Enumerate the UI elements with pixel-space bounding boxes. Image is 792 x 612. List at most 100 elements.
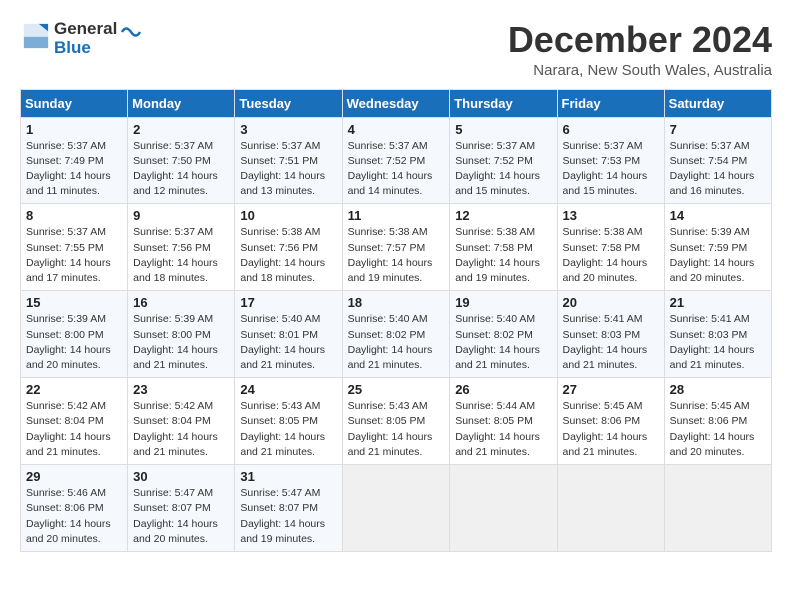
day-info: Sunrise: 5:42 AMSunset: 8:04 PMDaylight:… — [133, 400, 218, 458]
day-info: Sunrise: 5:43 AMSunset: 8:05 PMDaylight:… — [240, 400, 325, 458]
logo: General Blue — [20, 20, 142, 57]
day-number: 16 — [133, 295, 229, 310]
day-info: Sunrise: 5:38 AMSunset: 7:58 PMDaylight:… — [563, 226, 648, 284]
calendar-cell: 4 Sunrise: 5:37 AMSunset: 7:52 PMDaylight… — [342, 117, 450, 204]
day-number: 30 — [133, 469, 229, 484]
calendar-cell — [450, 465, 557, 552]
day-info: Sunrise: 5:41 AMSunset: 8:03 PMDaylight:… — [563, 313, 648, 371]
logo-general: General — [54, 20, 117, 39]
logo-icon — [22, 22, 50, 50]
weekday-header-monday: Monday — [128, 89, 235, 117]
calendar-week-row: 15Sunrise: 5:39 AMSunset: 8:00 PMDayligh… — [21, 291, 772, 378]
day-number: 21 — [670, 295, 766, 310]
calendar-cell — [342, 465, 450, 552]
day-info: Sunrise: 5:37 AMSunset: 7:50 PMDaylight:… — [133, 140, 218, 198]
page-header: General Blue December 2024 Narara, New S… — [20, 20, 772, 79]
calendar-week-row: 1Sunrise: 5:37 AMSunset: 7:49 PMDaylight… — [21, 117, 772, 204]
calendar-week-row: 22 Sunrise: 5:42 AMSunset: 8:04 PMDayligh… — [21, 378, 772, 465]
weekday-header-wednesday: Wednesday — [342, 89, 450, 117]
day-number: 22 — [26, 382, 122, 397]
day-info: Sunrise: 5:37 AMSunset: 7:55 PMDaylight:… — [26, 226, 111, 284]
calendar-cell: 25 Sunrise: 5:43 AMSunset: 8:05 PMDayligh… — [342, 378, 450, 465]
day-number: 12 — [455, 208, 551, 223]
day-number: 19 — [455, 295, 551, 310]
day-info: Sunrise: 5:37 AMSunset: 7:52 PMDaylight:… — [455, 140, 540, 198]
day-number: 8 — [26, 208, 122, 223]
day-info: Sunrise: 5:38 AMSunset: 7:56 PMDaylight:… — [240, 226, 325, 284]
weekday-header-tuesday: Tuesday — [235, 89, 342, 117]
weekday-header-saturday: Saturday — [664, 89, 771, 117]
day-info: Sunrise: 5:43 AMSunset: 8:05 PMDaylight:… — [348, 400, 433, 458]
calendar-cell: 16Sunrise: 5:39 AMSunset: 8:00 PMDayligh… — [128, 291, 235, 378]
calendar-cell: 5 Sunrise: 5:37 AMSunset: 7:52 PMDaylight… — [450, 117, 557, 204]
day-info: Sunrise: 5:37 AMSunset: 7:51 PMDaylight:… — [240, 140, 325, 198]
calendar-cell: 27 Sunrise: 5:45 AMSunset: 8:06 PMDayligh… — [557, 378, 664, 465]
day-info: Sunrise: 5:44 AMSunset: 8:05 PMDaylight:… — [455, 400, 540, 458]
day-info: Sunrise: 5:37 AMSunset: 7:54 PMDaylight:… — [670, 140, 755, 198]
calendar-cell: 13 Sunrise: 5:38 AMSunset: 7:58 PMDayligh… — [557, 204, 664, 291]
day-info: Sunrise: 5:46 AMSunset: 8:06 PMDaylight:… — [26, 487, 111, 545]
calendar-cell: 7Sunrise: 5:37 AMSunset: 7:54 PMDaylight… — [664, 117, 771, 204]
month-title: December 2024 — [508, 20, 772, 60]
day-info: Sunrise: 5:45 AMSunset: 8:06 PMDaylight:… — [670, 400, 755, 458]
day-info: Sunrise: 5:47 AMSunset: 8:07 PMDaylight:… — [133, 487, 218, 545]
day-info: Sunrise: 5:37 AMSunset: 7:56 PMDaylight:… — [133, 226, 218, 284]
title-section: December 2024 Narara, New South Wales, A… — [508, 20, 772, 79]
day-number: 11 — [348, 208, 445, 223]
calendar-week-row: 8 Sunrise: 5:37 AMSunset: 7:55 PMDaylight… — [21, 204, 772, 291]
day-number: 6 — [563, 122, 659, 137]
calendar-cell: 31 Sunrise: 5:47 AMSunset: 8:07 PMDayligh… — [235, 465, 342, 552]
day-number: 20 — [563, 295, 659, 310]
day-number: 3 — [240, 122, 336, 137]
calendar-cell: 9Sunrise: 5:37 AMSunset: 7:56 PMDaylight… — [128, 204, 235, 291]
calendar-cell — [557, 465, 664, 552]
day-number: 5 — [455, 122, 551, 137]
day-number: 15 — [26, 295, 122, 310]
calendar-cell: 18 Sunrise: 5:40 AMSunset: 8:02 PMDayligh… — [342, 291, 450, 378]
day-number: 24 — [240, 382, 336, 397]
calendar-cell: 23 Sunrise: 5:42 AMSunset: 8:04 PMDayligh… — [128, 378, 235, 465]
day-info: Sunrise: 5:37 AMSunset: 7:53 PMDaylight:… — [563, 140, 648, 198]
day-info: Sunrise: 5:45 AMSunset: 8:06 PMDaylight:… — [563, 400, 648, 458]
calendar-cell: 19Sunrise: 5:40 AMSunset: 8:02 PMDayligh… — [450, 291, 557, 378]
calendar-cell: 26 Sunrise: 5:44 AMSunset: 8:05 PMDayligh… — [450, 378, 557, 465]
calendar-table: SundayMondayTuesdayWednesdayThursdayFrid… — [20, 89, 772, 552]
day-info: Sunrise: 5:40 AMSunset: 8:02 PMDaylight:… — [348, 313, 433, 371]
weekday-header-friday: Friday — [557, 89, 664, 117]
day-number: 18 — [348, 295, 445, 310]
calendar-cell: 3 Sunrise: 5:37 AMSunset: 7:51 PMDaylight… — [235, 117, 342, 204]
day-number: 1 — [26, 122, 122, 137]
weekday-header-thursday: Thursday — [450, 89, 557, 117]
day-info: Sunrise: 5:41 AMSunset: 8:03 PMDaylight:… — [670, 313, 755, 371]
day-number: 2 — [133, 122, 229, 137]
day-info: Sunrise: 5:47 AMSunset: 8:07 PMDaylight:… — [240, 487, 325, 545]
calendar-cell: 11 Sunrise: 5:38 AMSunset: 7:57 PMDayligh… — [342, 204, 450, 291]
day-info: Sunrise: 5:37 AMSunset: 7:52 PMDaylight:… — [348, 140, 433, 198]
day-number: 10 — [240, 208, 336, 223]
calendar-cell: 24 Sunrise: 5:43 AMSunset: 8:05 PMDayligh… — [235, 378, 342, 465]
calendar-cell: 2 Sunrise: 5:37 AMSunset: 7:50 PMDaylight… — [128, 117, 235, 204]
calendar-cell: 1Sunrise: 5:37 AMSunset: 7:49 PMDaylight… — [21, 117, 128, 204]
calendar-week-row: 29Sunrise: 5:46 AMSunset: 8:06 PMDayligh… — [21, 465, 772, 552]
calendar-cell: 14Sunrise: 5:39 AMSunset: 7:59 PMDayligh… — [664, 204, 771, 291]
day-number: 25 — [348, 382, 445, 397]
calendar-cell: 21 Sunrise: 5:41 AMSunset: 8:03 PMDayligh… — [664, 291, 771, 378]
day-number: 31 — [240, 469, 336, 484]
calendar-cell: 29Sunrise: 5:46 AMSunset: 8:06 PMDayligh… — [21, 465, 128, 552]
day-number: 26 — [455, 382, 551, 397]
day-number: 27 — [563, 382, 659, 397]
day-info: Sunrise: 5:39 AMSunset: 7:59 PMDaylight:… — [670, 226, 755, 284]
calendar-cell: 30 Sunrise: 5:47 AMSunset: 8:07 PMDayligh… — [128, 465, 235, 552]
day-number: 23 — [133, 382, 229, 397]
calendar-cell — [664, 465, 771, 552]
calendar-cell: 6 Sunrise: 5:37 AMSunset: 7:53 PMDaylight… — [557, 117, 664, 204]
calendar-cell: 17Sunrise: 5:40 AMSunset: 8:01 PMDayligh… — [235, 291, 342, 378]
day-number: 4 — [348, 122, 445, 137]
logo-blue: Blue — [54, 39, 117, 58]
calendar-cell: 15Sunrise: 5:39 AMSunset: 8:00 PMDayligh… — [21, 291, 128, 378]
day-info: Sunrise: 5:38 AMSunset: 7:57 PMDaylight:… — [348, 226, 433, 284]
day-number: 13 — [563, 208, 659, 223]
location: Narara, New South Wales, Australia — [508, 62, 772, 79]
logo-wave-icon — [120, 23, 142, 41]
day-number: 28 — [670, 382, 766, 397]
